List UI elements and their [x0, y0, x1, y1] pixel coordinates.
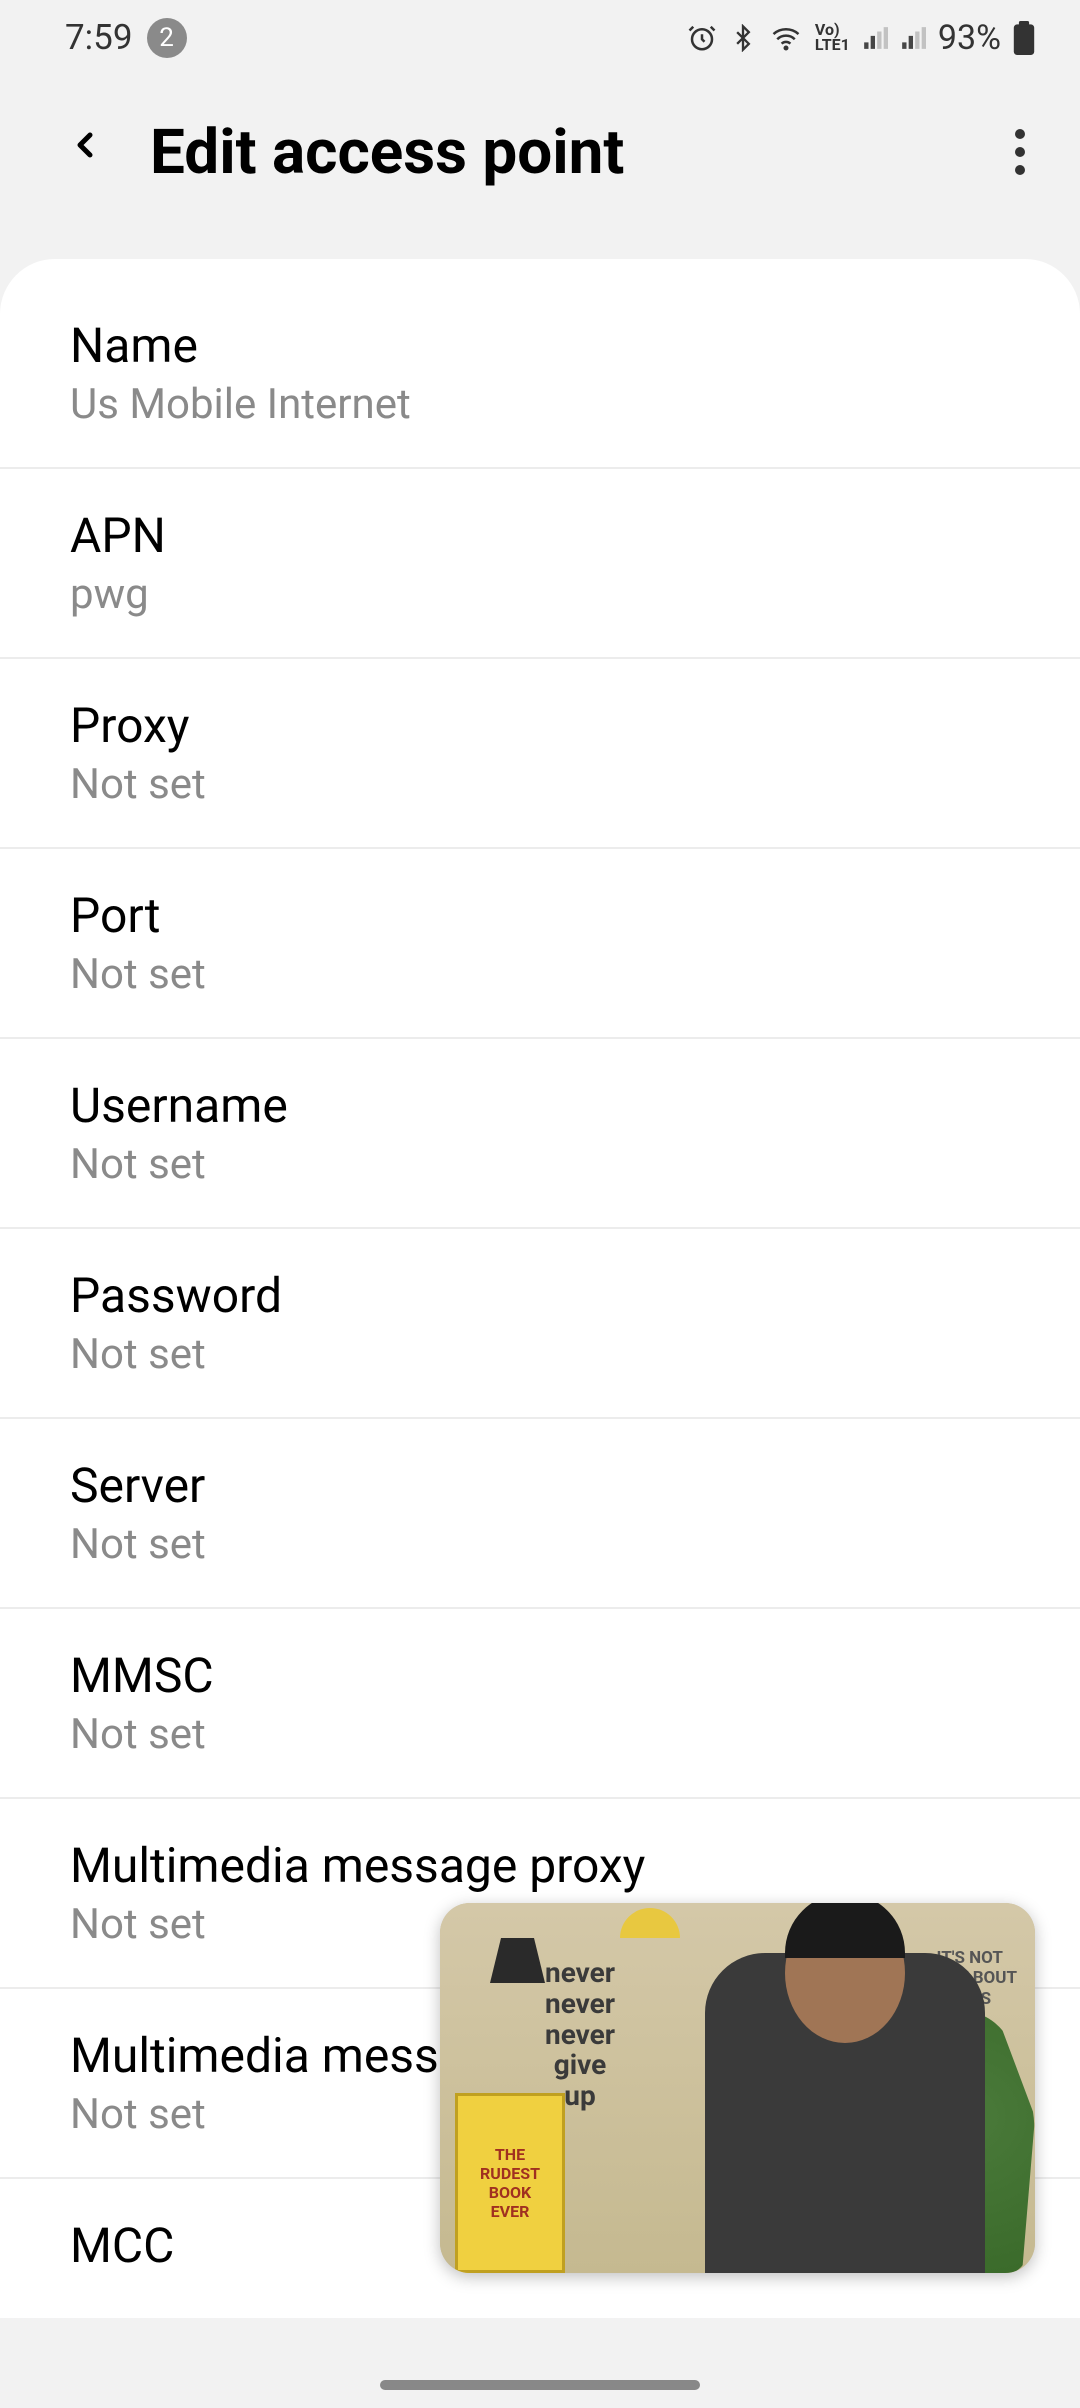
setting-name[interactable]: Name Us Mobile Internet — [0, 259, 1080, 469]
alarm-icon — [687, 23, 717, 53]
bluetooth-icon — [729, 24, 757, 52]
status-left: 7:59 2 — [65, 17, 187, 58]
battery-icon — [1013, 21, 1035, 55]
pip-book: THE RUDEST BOOK EVER — [455, 2093, 565, 2273]
setting-label: Multimedia message proxy — [70, 1837, 1010, 1894]
setting-label: APN — [70, 507, 1010, 564]
app-header: Edit access point — [0, 75, 1080, 259]
back-button[interactable] — [60, 115, 110, 189]
setting-apn[interactable]: APN pwg — [0, 469, 1080, 659]
pip-hair — [785, 1903, 905, 1958]
setting-value: Us Mobile Internet — [70, 380, 1010, 429]
status-bar: 7:59 2 Vo)LTE1 93% — [0, 0, 1080, 75]
setting-label: Username — [70, 1077, 1010, 1134]
more-options-button[interactable] — [1005, 119, 1035, 185]
status-time: 7:59 — [65, 17, 133, 58]
setting-label: MMSC — [70, 1647, 1010, 1704]
setting-label: Name — [70, 317, 1010, 374]
setting-proxy[interactable]: Proxy Not set — [0, 659, 1080, 849]
setting-label: Server — [70, 1457, 1010, 1514]
notification-badge: 2 — [147, 18, 187, 58]
wifi-icon — [769, 23, 803, 53]
setting-value: pwg — [70, 570, 1010, 619]
signal-icon-2 — [900, 25, 926, 51]
setting-username[interactable]: Username Not set — [0, 1039, 1080, 1229]
setting-label: Password — [70, 1267, 1010, 1324]
setting-value: Not set — [70, 1520, 1010, 1569]
setting-mmsc[interactable]: MMSC Not set — [0, 1609, 1080, 1799]
pip-content: never never never give up IT'S NOT ST AB… — [440, 1903, 1035, 2273]
setting-label: Port — [70, 887, 1010, 944]
pip-video[interactable]: never never never give up IT'S NOT ST AB… — [440, 1903, 1035, 2273]
pip-sun-icon — [620, 1908, 680, 1938]
setting-label: Proxy — [70, 697, 1010, 754]
pip-motivation-text: never never never give up — [545, 1958, 615, 2112]
setting-value: Not set — [70, 1710, 1010, 1759]
setting-value: Not set — [70, 1330, 1010, 1379]
signal-icon-1 — [862, 25, 888, 51]
pip-head — [785, 1903, 905, 2043]
page-title: Edit access point — [150, 116, 965, 189]
pip-lamp-icon — [490, 1938, 545, 1983]
setting-value: Not set — [70, 1140, 1010, 1189]
pip-person — [705, 1953, 985, 2273]
nav-gesture-bar[interactable] — [380, 2380, 700, 2390]
setting-port[interactable]: Port Not set — [0, 849, 1080, 1039]
setting-server[interactable]: Server Not set — [0, 1419, 1080, 1609]
setting-value: Not set — [70, 760, 1010, 809]
setting-value: Not set — [70, 950, 1010, 999]
setting-password[interactable]: Password Not set — [0, 1229, 1080, 1419]
battery-percent: 93% — [938, 18, 1001, 58]
volte-icon: Vo)LTE1 — [815, 23, 850, 52]
status-right: Vo)LTE1 93% — [687, 18, 1035, 58]
